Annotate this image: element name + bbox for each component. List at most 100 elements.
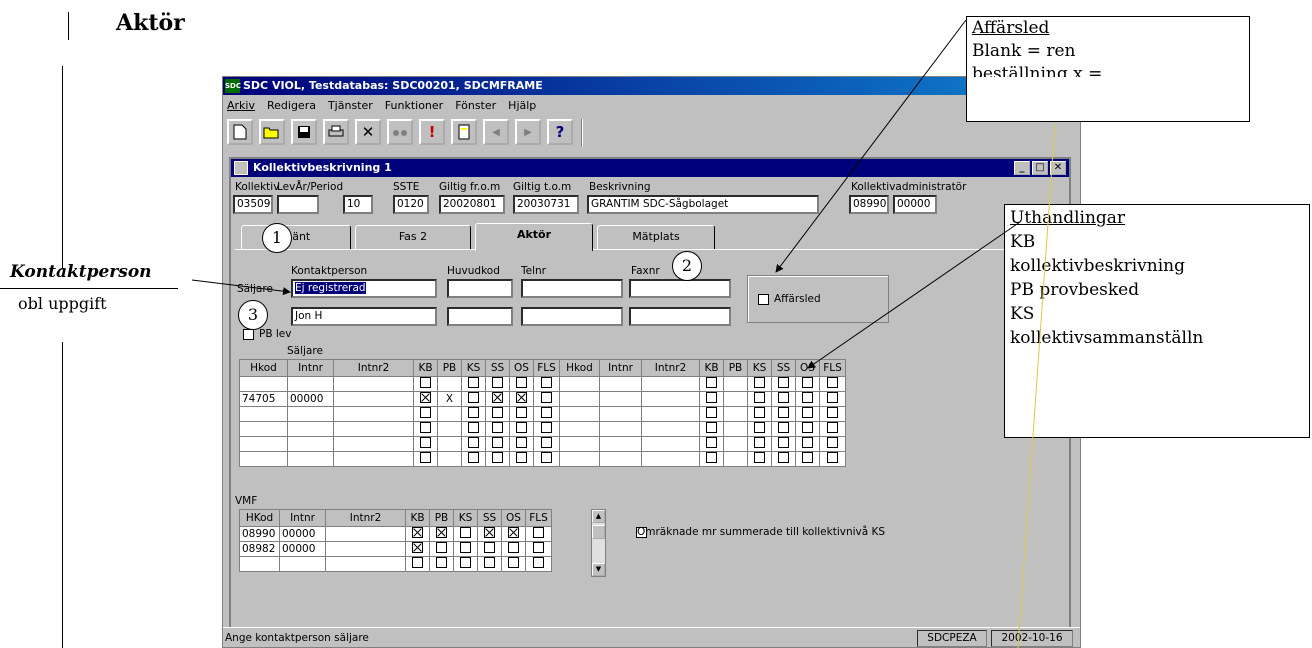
vmf-os-cell[interactable] bbox=[501, 526, 526, 542]
vmf-ks-cell[interactable] bbox=[453, 526, 478, 542]
next-button[interactable]: ▶ bbox=[515, 119, 541, 145]
fls-cell[interactable] bbox=[533, 406, 560, 422]
ss-cell[interactable] bbox=[485, 376, 510, 392]
pb-lev-checkbox[interactable] bbox=[243, 329, 254, 340]
ks-cell[interactable] bbox=[461, 421, 486, 437]
huvudkod-saljare-field[interactable] bbox=[447, 279, 513, 298]
vmf-ss-cell[interactable] bbox=[477, 526, 502, 542]
vmf-ss-cell-checkbox[interactable] bbox=[484, 527, 495, 538]
find-button[interactable] bbox=[387, 119, 413, 145]
admin-hkod-field[interactable]: 08990 bbox=[849, 195, 889, 214]
levar-field[interactable] bbox=[277, 195, 319, 214]
vmf-pb-cell[interactable] bbox=[429, 541, 454, 557]
os-cell[interactable] bbox=[509, 421, 534, 437]
os2-cell[interactable] bbox=[795, 391, 820, 407]
menu-tjanster[interactable]: Tjänster bbox=[328, 97, 373, 115]
fls-cell-checkbox[interactable] bbox=[541, 377, 552, 388]
ss2-cell-checkbox[interactable] bbox=[778, 377, 789, 388]
vmf-kb-cell[interactable] bbox=[405, 526, 430, 542]
pb2-cell[interactable] bbox=[723, 436, 748, 452]
fls2-cell-checkbox[interactable] bbox=[827, 392, 838, 403]
ks-cell[interactable] bbox=[461, 451, 486, 467]
kb-cell-checkbox[interactable] bbox=[420, 407, 431, 418]
os2-cell-checkbox[interactable] bbox=[802, 377, 813, 388]
menu-hjalp[interactable]: Hjälp bbox=[508, 97, 536, 115]
vmf-fls-cell[interactable] bbox=[525, 556, 552, 572]
kb2-cell-checkbox[interactable] bbox=[706, 407, 717, 418]
ks2-cell[interactable] bbox=[747, 436, 772, 452]
kb2-cell-checkbox[interactable] bbox=[706, 437, 717, 448]
pb-cell[interactable] bbox=[437, 406, 462, 422]
kollektiv-field[interactable]: 03509 bbox=[233, 195, 273, 214]
vmf-pb-cell-checkbox[interactable] bbox=[436, 527, 447, 538]
ss-cell[interactable] bbox=[485, 406, 510, 422]
ss2-cell-checkbox[interactable] bbox=[778, 452, 789, 463]
fls2-cell[interactable] bbox=[819, 436, 846, 452]
intnr-2-cell[interactable] bbox=[599, 406, 642, 422]
os2-cell-checkbox[interactable] bbox=[802, 422, 813, 433]
vmf-os-cell-checkbox[interactable] bbox=[508, 557, 519, 568]
fls2-cell[interactable] bbox=[819, 421, 846, 437]
ss-cell-checkbox[interactable] bbox=[492, 377, 503, 388]
ss-cell[interactable] bbox=[485, 436, 510, 452]
vmf-kb-cell[interactable] bbox=[405, 556, 430, 572]
fls2-cell-checkbox[interactable] bbox=[827, 407, 838, 418]
kb-cell-checkbox[interactable] bbox=[420, 392, 431, 403]
kb-cell-checkbox[interactable] bbox=[420, 422, 431, 433]
intnr-cell[interactable] bbox=[287, 421, 334, 437]
intnr-2-cell[interactable] bbox=[599, 421, 642, 437]
huvudkod-kopare-field[interactable] bbox=[447, 307, 513, 326]
os2-cell[interactable] bbox=[795, 421, 820, 437]
ks-cell-checkbox[interactable] bbox=[468, 377, 479, 388]
tab-allmant[interactable]: ...änt bbox=[241, 225, 351, 249]
os2-cell[interactable] bbox=[795, 436, 820, 452]
kb-cell[interactable] bbox=[413, 376, 438, 392]
vmf-ks-cell[interactable] bbox=[453, 556, 478, 572]
hkod2-cell[interactable] bbox=[559, 421, 600, 437]
intnr-cell[interactable] bbox=[287, 451, 334, 467]
fls2-cell-checkbox[interactable] bbox=[827, 437, 838, 448]
vmf-ks-cell-checkbox[interactable] bbox=[460, 542, 471, 553]
admin-intnr-field[interactable]: 00000 bbox=[893, 195, 937, 214]
intnr2-cell[interactable] bbox=[333, 406, 414, 422]
ks-cell[interactable] bbox=[461, 391, 486, 407]
scroll-up-icon[interactable]: ▲ bbox=[592, 510, 605, 523]
kb2-cell[interactable] bbox=[699, 406, 724, 422]
ks-cell-checkbox[interactable] bbox=[468, 422, 479, 433]
close-icon[interactable]: ✕ bbox=[1050, 161, 1066, 175]
telnr-saljare-field[interactable] bbox=[521, 279, 623, 298]
vmf-ks-cell[interactable] bbox=[453, 541, 478, 557]
kb2-cell[interactable] bbox=[699, 451, 724, 467]
vmf-pb-cell[interactable] bbox=[429, 556, 454, 572]
new-document-button[interactable] bbox=[227, 119, 253, 145]
tab-aktor[interactable]: Aktör bbox=[475, 223, 593, 251]
menu-funktioner[interactable]: Funktioner bbox=[385, 97, 443, 115]
fls2-cell[interactable] bbox=[819, 391, 846, 407]
vmf-hkod-cell[interactable]: 08990 bbox=[239, 526, 280, 542]
vmf-pb-cell-checkbox[interactable] bbox=[436, 542, 447, 553]
sste-field[interactable]: 0120 bbox=[393, 195, 429, 214]
os2-cell[interactable] bbox=[795, 406, 820, 422]
ss-cell[interactable] bbox=[485, 391, 510, 407]
os2-cell-checkbox[interactable] bbox=[802, 452, 813, 463]
hkod-cell[interactable]: 74705 bbox=[239, 391, 288, 407]
os-cell[interactable] bbox=[509, 376, 534, 392]
vmf-os-cell[interactable] bbox=[501, 556, 526, 572]
hkod-cell[interactable] bbox=[239, 451, 288, 467]
ks2-cell-checkbox[interactable] bbox=[754, 392, 765, 403]
kb-cell[interactable] bbox=[413, 451, 438, 467]
affarsled-checkbox[interactable] bbox=[758, 294, 769, 305]
hkod-cell[interactable] bbox=[239, 376, 288, 392]
os2-cell-checkbox[interactable] bbox=[802, 392, 813, 403]
kb-cell-checkbox[interactable] bbox=[420, 452, 431, 463]
ss2-cell-checkbox[interactable] bbox=[778, 422, 789, 433]
scroll-thumb[interactable] bbox=[592, 525, 605, 539]
pb-cell[interactable] bbox=[437, 436, 462, 452]
fls-cell[interactable] bbox=[533, 451, 560, 467]
fls2-cell[interactable] bbox=[819, 406, 846, 422]
vmf-ss-cell[interactable] bbox=[477, 556, 502, 572]
menu-arkiv[interactable]: Arkiv bbox=[227, 97, 255, 115]
os-cell-checkbox[interactable] bbox=[516, 407, 527, 418]
ks2-cell[interactable] bbox=[747, 421, 772, 437]
vmf-kb-cell-checkbox[interactable] bbox=[412, 542, 423, 553]
